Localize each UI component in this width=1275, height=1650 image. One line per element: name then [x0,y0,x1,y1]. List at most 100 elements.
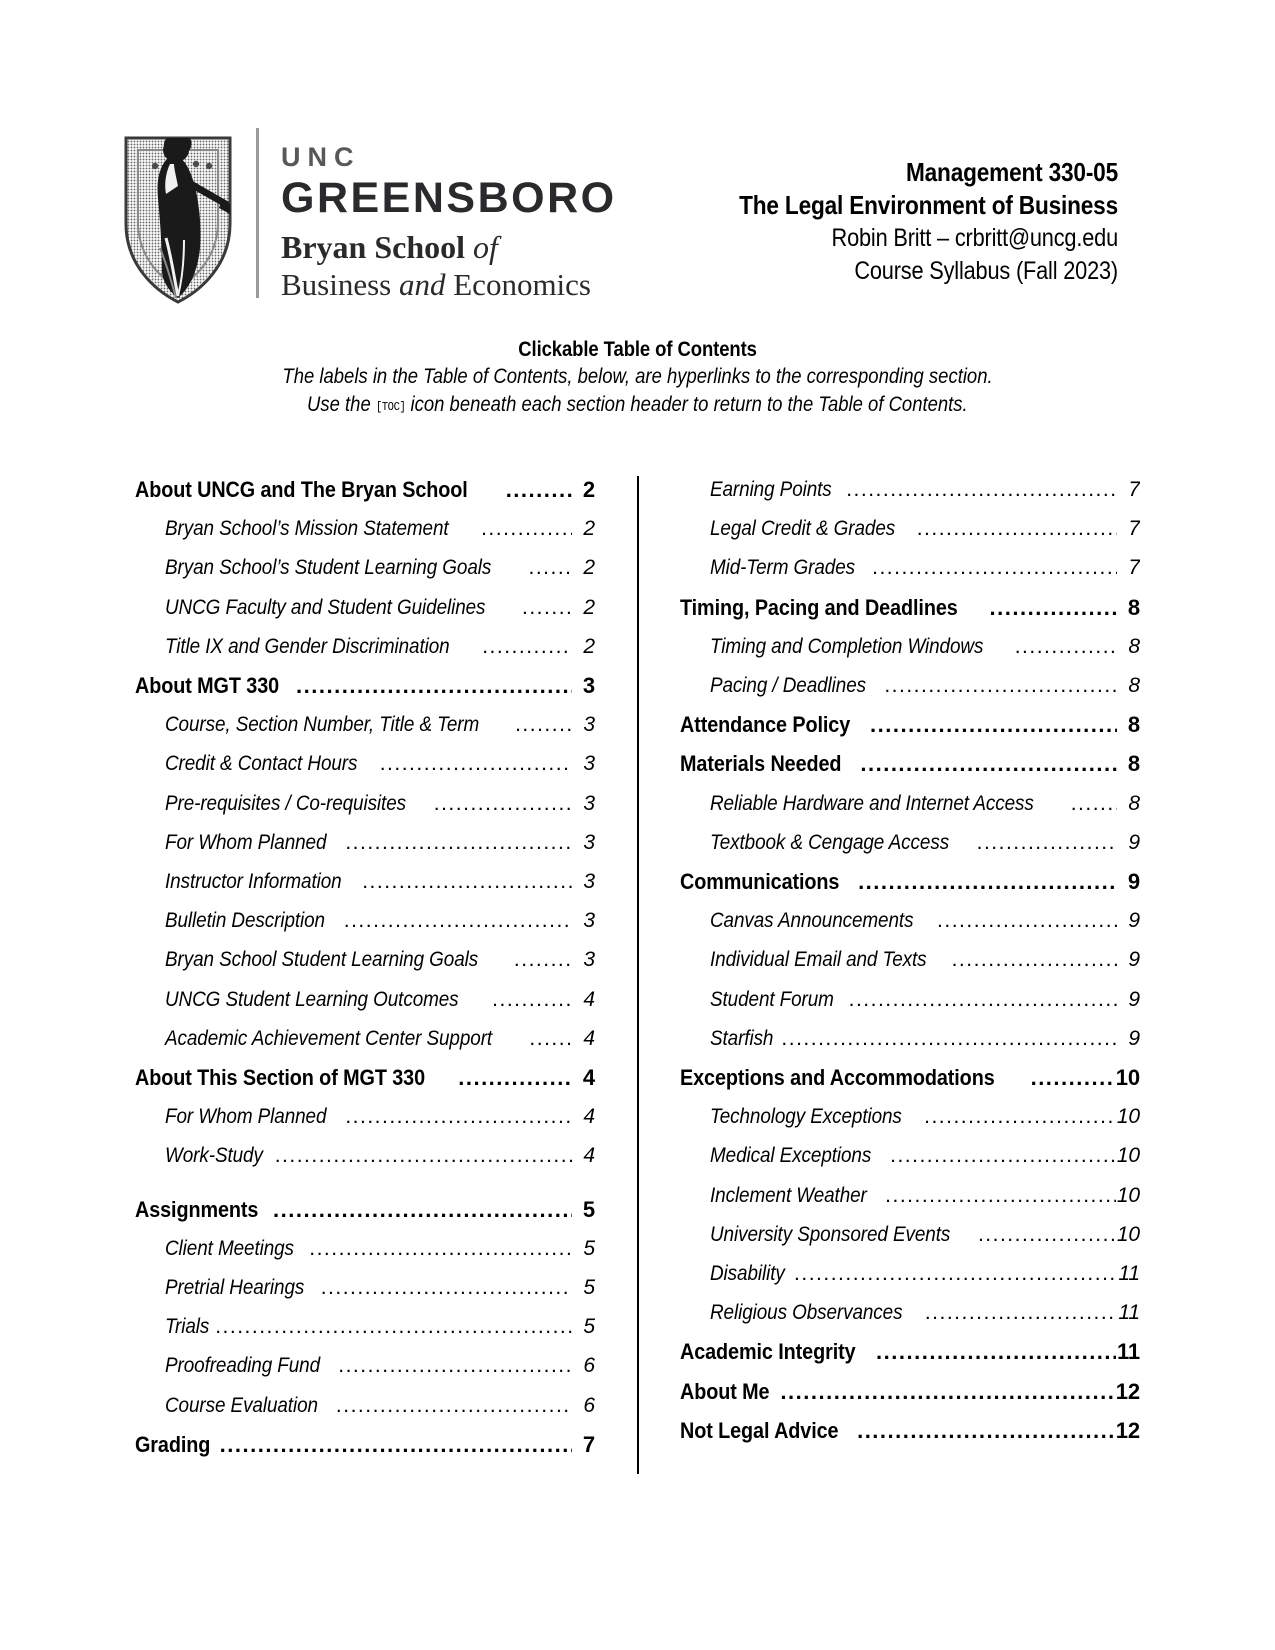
toc-entry-page[interactable]: 4 [573,1097,595,1136]
toc-entry-level-1[interactable]: About This Section of MGT 330...........… [135,1058,595,1097]
toc-entry-label[interactable]: Communications [680,862,839,901]
toc-entry-level-2[interactable]: Individual Email and Texts..............… [680,940,1140,979]
toc-entry-page[interactable]: 3 [573,666,595,705]
toc-entry-level-1[interactable]: Exceptions and Accommodations...........… [680,1058,1140,1097]
toc-entry-page[interactable]: 4 [573,1058,595,1097]
toc-entry-label[interactable]: Trials [165,1307,209,1346]
toc-entry-level-2[interactable]: Legal Credit & Grades...................… [680,509,1140,548]
toc-entry-page[interactable]: 3 [573,901,595,940]
toc-entry-label[interactable]: Title IX and Gender Discrimination [165,627,450,666]
toc-entry-level-1[interactable]: Timing, Pacing and Deadlines............… [680,588,1140,627]
toc-entry-level-2[interactable]: Timing and Completion Windows...........… [680,627,1140,666]
toc-entry-level-2[interactable]: For Whom Planned........................… [135,1097,595,1136]
toc-entry-page[interactable]: 8 [1118,666,1140,705]
toc-entry-label[interactable]: Technology Exceptions [710,1097,902,1136]
toc-entry-page[interactable]: 10 [1117,1097,1140,1136]
toc-entry-level-2[interactable]: Course, Section Number, Title & Term....… [135,705,595,744]
toc-entry-label[interactable]: About MGT 330 [135,666,279,705]
toc-entry-page[interactable]: 8 [1118,627,1140,666]
instructor-contact[interactable]: Robin Britt – crbritt@uncg.edu [709,222,1119,255]
toc-entry-level-2[interactable]: UNCG Faculty and Student Guidelines.....… [135,588,595,627]
toc-entry-label[interactable]: Not Legal Advice [680,1411,839,1450]
toc-entry-level-1[interactable]: Assignments.............................… [135,1190,595,1229]
toc-entry-label[interactable]: Grading [135,1425,210,1464]
toc-entry-level-2[interactable]: Canvas Announcements....................… [680,901,1140,940]
toc-entry-label[interactable]: Reliable Hardware and Internet Access [710,784,1034,823]
toc-entry-label[interactable]: Bryan School Student Learning Goals [165,940,478,979]
toc-entry-label[interactable]: University Sponsored Events [710,1215,950,1254]
toc-entry-level-2[interactable]: Academic Achievement Center Support.....… [135,1019,595,1058]
toc-entry-page[interactable]: 10 [1117,1176,1140,1215]
toc-entry-page[interactable]: 2 [573,470,595,509]
toc-entry-label[interactable]: Course, Section Number, Title & Term [165,705,479,744]
toc-entry-level-1[interactable]: About UNCG and The Bryan School.........… [135,470,595,509]
toc-entry-label[interactable]: Student Forum [710,980,834,1019]
toc-entry-label[interactable]: Timing and Completion Windows [710,627,983,666]
toc-entry-label[interactable]: Assignments [135,1190,258,1229]
toc-entry-level-2[interactable]: Student Forum...........................… [680,980,1140,1019]
toc-entry-level-2[interactable]: Technology Exceptions...................… [680,1097,1140,1136]
toc-entry-page[interactable]: 10 [1117,1215,1140,1254]
toc-entry-label[interactable]: Individual Email and Texts [710,940,927,979]
toc-entry-level-1[interactable]: Grading.................................… [135,1425,595,1464]
toc-entry-level-2[interactable]: University Sponsored Events.............… [680,1215,1140,1254]
toc-entry-page[interactable]: 4 [573,980,595,1019]
toc-entry-label[interactable]: Medical Exceptions [710,1136,871,1175]
toc-entry-label[interactable]: For Whom Planned [165,1097,326,1136]
toc-entry-level-2[interactable]: Proofreading Fund.......................… [135,1346,595,1385]
toc-entry-page[interactable]: 2 [573,548,595,587]
toc-entry-level-2[interactable]: UNCG Student Learning Outcomes..........… [135,980,595,1019]
toc-entry-level-2[interactable]: Bryan School’s Student Learning Goals...… [135,548,595,587]
toc-entry-label[interactable]: Work-Study [165,1136,263,1175]
toc-entry-level-1[interactable]: Communications..........................… [680,862,1140,901]
toc-entry-level-2[interactable]: Credit & Contact Hours..................… [135,744,595,783]
toc-entry-level-2[interactable]: Title IX and Gender Discrimination......… [135,627,595,666]
toc-entry-page[interactable]: 2 [573,509,595,548]
toc-entry-level-2[interactable]: For Whom Planned........................… [135,823,595,862]
toc-entry-label[interactable]: Pacing / Deadlines [710,666,866,705]
toc-entry-page[interactable]: 3 [573,784,595,823]
toc-entry-level-2[interactable]: Starfish................................… [680,1019,1140,1058]
toc-entry-page[interactable]: 3 [573,862,595,901]
toc-entry-page[interactable]: 5 [573,1268,595,1307]
toc-entry-level-2[interactable]: Work-Study..............................… [135,1136,595,1175]
toc-entry-page[interactable]: 12 [1116,1411,1140,1450]
toc-entry-page[interactable]: 3 [573,823,595,862]
toc-entry-page[interactable]: 7 [1118,470,1140,509]
toc-entry-page[interactable]: 9 [1118,823,1140,862]
toc-entry-level-1[interactable]: Attendance Policy.......................… [680,705,1140,744]
toc-entry-level-2[interactable]: Client Meetings.........................… [135,1229,595,1268]
toc-entry-label[interactable]: Bulletin Description [165,901,325,940]
toc-entry-label[interactable]: Academic Achievement Center Support [165,1019,492,1058]
toc-entry-page[interactable]: 9 [1118,901,1140,940]
toc-entry-label[interactable]: Attendance Policy [680,705,850,744]
toc-entry-level-1[interactable]: Materials Needed........................… [680,744,1140,783]
toc-entry-page[interactable]: 6 [573,1346,595,1385]
toc-entry-label[interactable]: Inclement Weather [710,1176,867,1215]
toc-entry-level-2[interactable]: Inclement Weather.......................… [680,1176,1140,1215]
toc-entry-label[interactable]: Religious Observances [710,1293,903,1332]
toc-entry-label[interactable]: Mid-Term Grades [710,548,855,587]
toc-entry-level-1[interactable]: Not Legal Advice........................… [680,1411,1140,1450]
toc-entry-label[interactable]: Timing, Pacing and Deadlines [680,588,958,627]
toc-entry-page[interactable]: 11 [1118,1293,1140,1332]
toc-entry-level-2[interactable]: Pre-requisites / Co-requisites..........… [135,784,595,823]
toc-entry-page[interactable]: 4 [573,1136,595,1175]
toc-entry-level-2[interactable]: Bryan School’s Mission Statement........… [135,509,595,548]
toc-entry-label[interactable]: UNCG Student Learning Outcomes [165,980,459,1019]
toc-entry-label[interactable]: Pre-requisites / Co-requisites [165,784,406,823]
toc-entry-level-2[interactable]: Pacing / Deadlines......................… [680,666,1140,705]
toc-entry-page[interactable]: 11 [1117,1332,1140,1371]
toc-entry-page[interactable]: 3 [573,705,595,744]
toc-entry-label[interactable]: Course Evaluation [165,1386,318,1425]
toc-entry-level-2[interactable]: Course Evaluation.......................… [135,1386,595,1425]
toc-entry-level-2[interactable]: Textbook & Cengage Access...............… [680,823,1140,862]
toc-entry-page[interactable]: 4 [573,1019,595,1058]
toc-entry-page[interactable]: 2 [573,627,595,666]
toc-entry-label[interactable]: UNCG Faculty and Student Guidelines [165,588,486,627]
toc-entry-label[interactable]: Pretrial Hearings [165,1268,304,1307]
toc-entry-label[interactable]: Starfish [710,1019,773,1058]
toc-entry-page[interactable]: 7 [573,1425,595,1464]
toc-entry-page[interactable]: 9 [1118,862,1140,901]
toc-entry-level-2[interactable]: Trials..................................… [135,1307,595,1346]
